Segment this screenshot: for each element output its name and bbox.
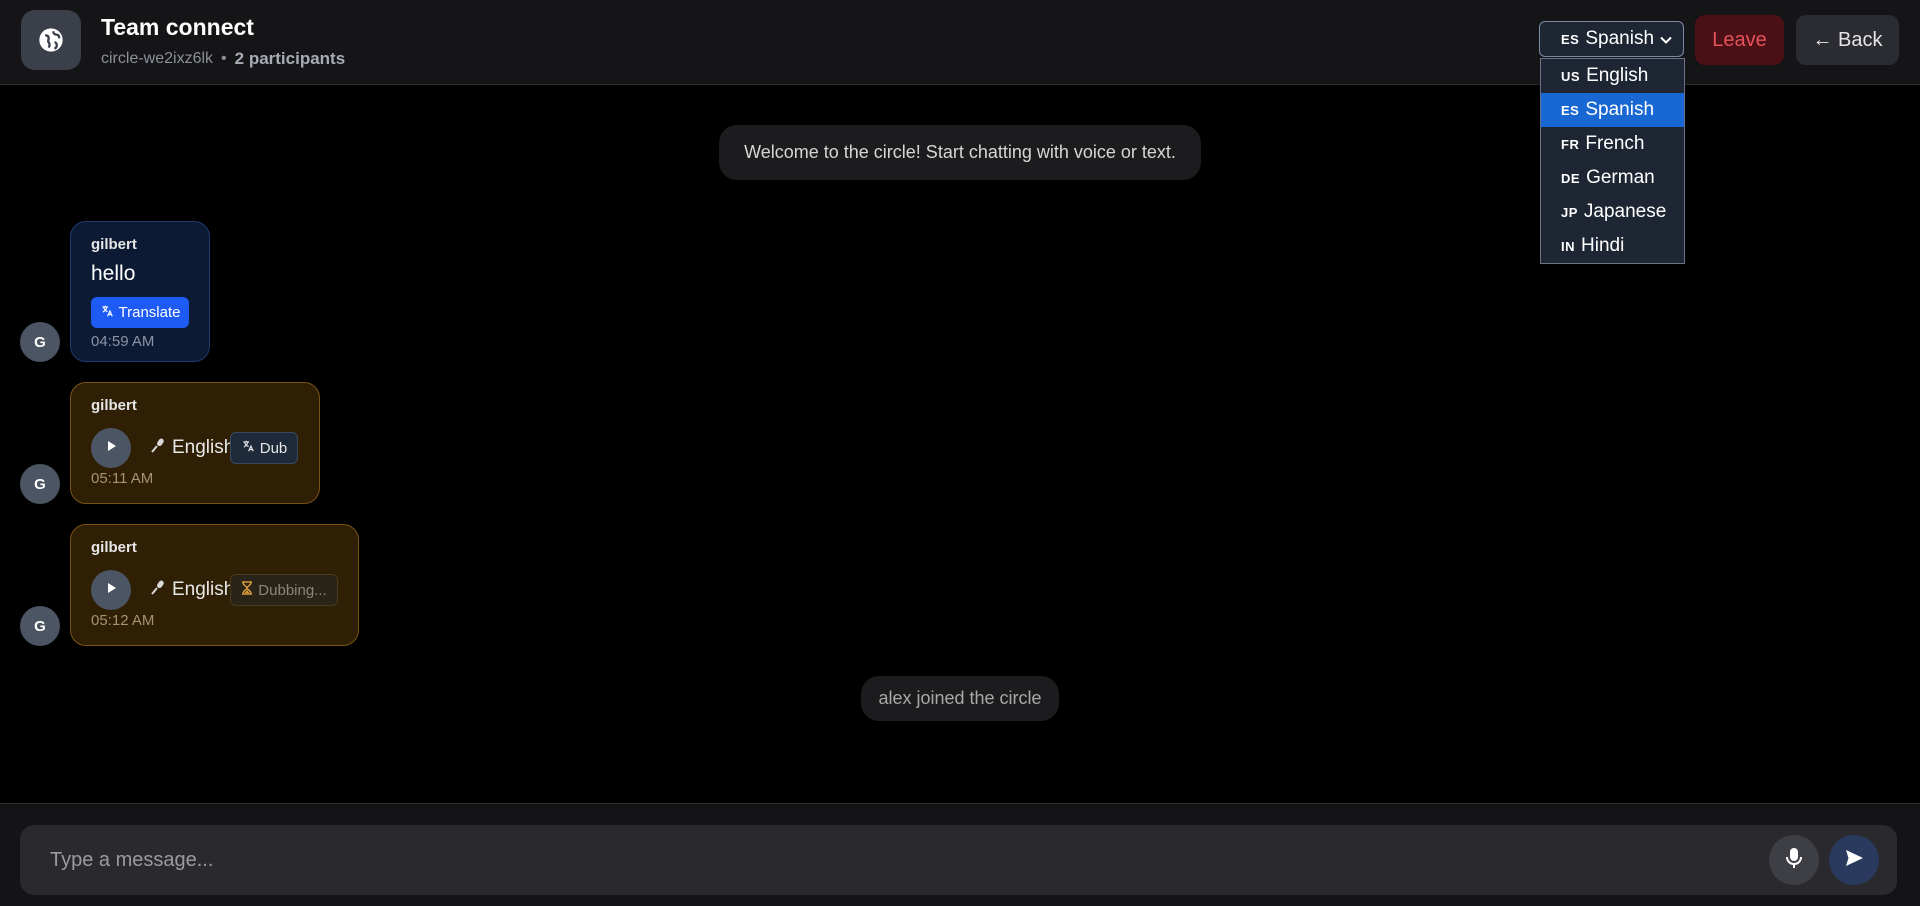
option-flag: US [1561,68,1581,84]
hourglass-icon [241,581,253,599]
welcome-system-message: Welcome to the circle! Start chatting wi… [719,125,1201,180]
avatar: G [20,606,60,646]
option-label: French [1585,133,1645,154]
option-flag: ES [1561,102,1580,118]
circle-id: circle-we2ixz6lk [101,50,214,67]
dubbing-status: Dubbing... [230,574,338,606]
play-button[interactable] [91,428,131,468]
language-option-hindi[interactable]: IN Hindi [1541,229,1684,263]
message-input[interactable] [50,825,1750,895]
voice-message-bubble: gilbert English Dub 05:11 AM [70,382,320,504]
message-input-container [20,825,1897,895]
option-flag: IN [1561,238,1575,254]
dub-button[interactable]: Dub [230,432,298,464]
translate-button[interactable]: Translate [91,297,189,328]
play-button[interactable] [91,570,131,610]
composer-bar [0,803,1920,906]
message-sender: gilbert [91,539,137,556]
message-sender: gilbert [91,236,137,253]
leave-button[interactable]: Leave [1695,15,1784,65]
message-time: 05:12 AM [91,612,155,629]
translate-icon [241,439,255,457]
language-select[interactable]: ES Spanish [1539,21,1684,57]
record-voice-button[interactable] [1769,835,1819,885]
option-flag: FR [1561,136,1580,152]
message-time: 05:11 AM [91,470,154,487]
voice-language: English [150,437,234,459]
circle-meta: circle-we2ixz6lk • 2 participants [101,49,345,69]
dub-label: Dub [259,439,288,457]
text-message-bubble: gilbert hello Translate 04:59 AM [70,221,210,362]
avatar: G [20,464,60,504]
page-title: Team connect [101,14,254,40]
language-option-english[interactable]: US English [1541,59,1684,93]
avatar: G [20,322,60,362]
globe-icon [21,10,81,70]
language-option-german[interactable]: DE German [1541,161,1684,195]
message-sender: gilbert [91,397,137,414]
translate-icon [100,304,114,322]
option-label: German [1586,167,1655,188]
play-icon [104,581,118,600]
selected-flag: ES [1561,31,1580,47]
selected-language: Spanish [1585,28,1655,49]
voice-language: English [150,579,234,601]
message-time: 04:59 AM [91,333,155,350]
microphone-icon [1785,847,1803,874]
translate-label: Translate [118,304,181,321]
option-label: English [1586,65,1649,86]
send-icon [1844,848,1864,873]
participant-count: 2 participants [234,49,346,68]
language-option-french[interactable]: FR French [1541,127,1684,161]
voice-message-bubble: gilbert English Dubbing... 05:12 AM [70,524,359,646]
option-label: Japanese [1583,201,1667,222]
option-label: Spanish [1585,99,1655,120]
play-icon [104,439,118,458]
meta-separator: • [221,50,227,67]
option-flag: DE [1561,170,1581,186]
send-button[interactable] [1829,835,1879,885]
voice-language-label: English [172,437,235,458]
join-system-message: alex joined the circle [861,676,1059,721]
language-option-spanish[interactable]: ES Spanish [1541,93,1684,127]
option-flag: JP [1561,204,1578,220]
message-text: hello [91,262,136,285]
back-button[interactable]: ← Back [1796,15,1899,65]
microphone-icon [150,437,166,459]
microphone-icon [150,579,166,601]
language-option-japanese[interactable]: JP Japanese [1541,195,1684,229]
language-dropdown: US English ES Spanish FR French DE Germa… [1540,58,1685,264]
voice-language-label: English [172,579,235,600]
chevron-down-icon [1659,31,1673,53]
option-label: Hindi [1581,235,1625,256]
dubbing-label: Dubbing... [258,581,327,599]
